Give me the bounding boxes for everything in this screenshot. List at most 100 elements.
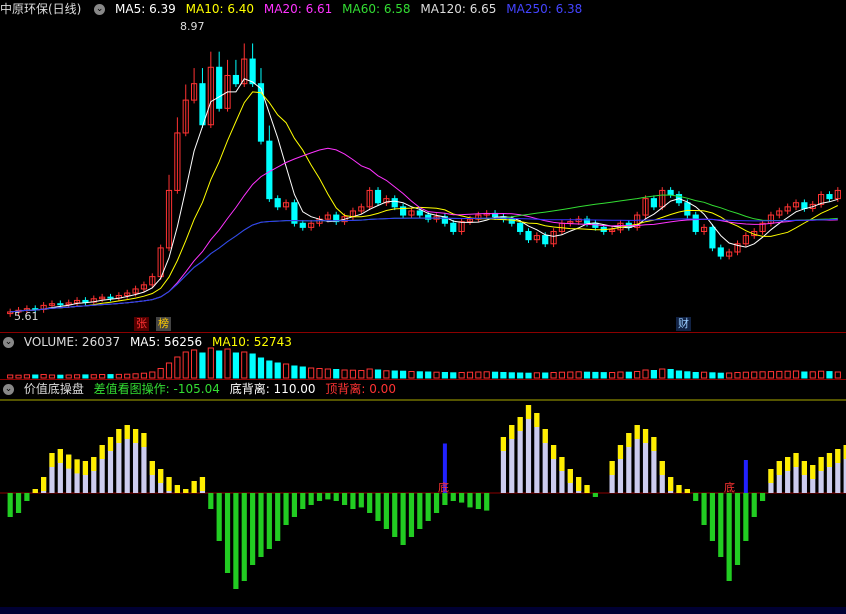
volume-bar: [776, 370, 783, 379]
chevron-down-icon[interactable]: ⌄: [3, 337, 14, 348]
indicator-diff: 差值看图操作: -105.04: [93, 382, 220, 396]
volume-bar: [216, 350, 223, 379]
volume-bar: [90, 374, 97, 379]
candle-body: [717, 247, 724, 257]
candle-body: [667, 189, 674, 196]
volume-bar: [182, 351, 189, 379]
indicator-bar-cap: [810, 465, 816, 479]
volume-bar: [767, 371, 775, 379]
volume-bar: [650, 370, 657, 379]
indicator-bar-cap: [82, 461, 89, 475]
indicator-bar-neg: [718, 493, 724, 557]
volume-bar: [433, 371, 440, 379]
candle-body: [517, 222, 524, 232]
tag-bang[interactable]: 榜: [156, 317, 171, 331]
candle-body: [299, 222, 306, 228]
low-price-label: 5.61: [14, 310, 39, 323]
volume-bar: [140, 372, 148, 379]
indicator-bar-cap: [576, 477, 582, 491]
volume-bar: [625, 371, 632, 379]
indicator-bar-cap: [609, 461, 615, 475]
volume-bar: [82, 374, 89, 379]
volume-bar: [249, 353, 256, 379]
candle-body: [801, 202, 808, 209]
indicator-bar-cap: [74, 459, 80, 474]
indicator-bar-cap: [785, 457, 791, 471]
indicator-bar-cap: [149, 461, 155, 475]
volume-bar: [801, 371, 808, 379]
candle-body: [374, 189, 382, 204]
indicator-bar-cap: [826, 453, 833, 467]
volume-title: VOLUME: 26037: [23, 335, 121, 349]
volume-bar: [809, 371, 816, 379]
candle-body: [107, 296, 114, 299]
volume-bar: [324, 368, 331, 379]
indicator-bar-neg: [208, 493, 214, 509]
volume-bar: [609, 372, 616, 379]
indicator-bar-neg: [475, 493, 481, 509]
volume-bar: [48, 374, 56, 379]
volume-bar: [165, 362, 173, 379]
indicator-bar-neg: [400, 493, 406, 545]
volume-bar: [726, 372, 733, 379]
volume-bar: [818, 370, 825, 379]
candle-body: [692, 214, 699, 232]
indicator-bar-cap: [99, 445, 105, 459]
volume-bar: [40, 374, 47, 379]
indicator-bar-cap: [525, 405, 532, 419]
volume-bar: [124, 373, 131, 379]
tag-zhang[interactable]: 张: [134, 317, 149, 331]
candle-body: [274, 198, 281, 208]
volume-bar: [475, 371, 482, 379]
volume-bar: [57, 374, 64, 379]
indicator-bar-cap: [768, 469, 774, 483]
indicator-bar-neg: [350, 493, 356, 509]
volume-bar: [826, 371, 833, 379]
indicator-bar-cap: [49, 453, 55, 467]
volume-bar: [291, 365, 298, 379]
volume-bar: [500, 372, 507, 379]
candle-body: [416, 210, 423, 216]
indicator-bar-cap: [500, 437, 507, 451]
volume-bar: [550, 372, 557, 379]
indicator-bar-cap: [191, 481, 197, 493]
indicator-bar-neg: [316, 493, 323, 501]
indicator-bar-neg: [751, 493, 757, 517]
tag-cai[interactable]: 财: [676, 317, 691, 331]
indicator-bar-cap: [659, 461, 665, 475]
volume-bar: [834, 371, 841, 379]
indicator-bar-neg: [250, 493, 256, 565]
indicator-bar-cap: [684, 489, 690, 493]
indicator-bar-neg: [417, 493, 423, 529]
indicator-bar-cap: [642, 429, 649, 443]
indicator-bar-cap: [116, 429, 122, 443]
volume-bar: [709, 372, 716, 379]
indicator-bar-cap: [559, 457, 565, 471]
indicator-bar-neg: [693, 493, 699, 501]
volume-bar: [174, 356, 181, 379]
indicator-bar-cap: [183, 489, 189, 493]
volume-bar: [667, 369, 674, 379]
volume-bar: [333, 369, 340, 379]
volume-bar: [742, 371, 749, 379]
candle-body: [650, 198, 657, 208]
volume-bar: [700, 371, 708, 379]
indicator-bar-neg: [325, 493, 331, 500]
candle-body: [684, 202, 691, 216]
volume-bar: [349, 369, 357, 379]
volume-bar: [634, 371, 641, 379]
ma10-line: [10, 91, 839, 313]
indicator-bar-cap: [835, 449, 841, 463]
chevron-down-icon[interactable]: ⌄: [3, 384, 14, 395]
volume-bar: [341, 369, 348, 379]
indicator-bar-neg: [408, 493, 415, 537]
indicator-bar-cap: [651, 437, 657, 451]
volume-bar: [15, 374, 22, 379]
candle-body: [199, 83, 206, 126]
indicator-bar-neg: [224, 493, 231, 573]
indicator-bar-neg: [308, 493, 314, 505]
candle-body: [82, 299, 89, 303]
high-price-label: 8.97: [180, 20, 205, 33]
indicator-bottom-div: 底背离: 110.00: [229, 382, 316, 396]
volume-bar: [32, 374, 39, 379]
